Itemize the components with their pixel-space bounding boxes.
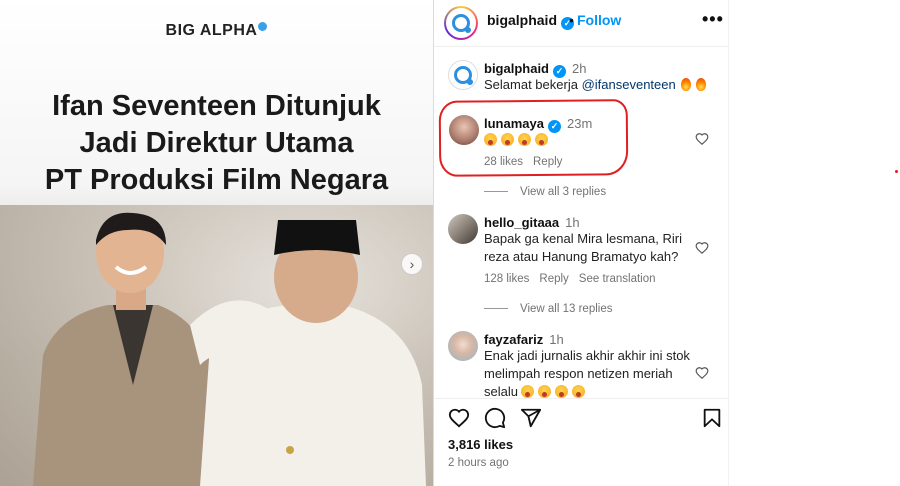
emoji-icon — [554, 385, 568, 398]
comment-username-text[interactable]: fayzafariz — [484, 332, 543, 347]
brand-dot-icon — [258, 22, 268, 31]
header-username[interactable]: bigalphaid ✓ — [487, 12, 574, 30]
carousel-next-button[interactable]: › — [401, 253, 423, 275]
heart-icon[interactable] — [695, 366, 709, 380]
comment-line: melimpah respon netizen meriah — [484, 366, 673, 381]
comment-line: reza atau Hanung Bramatyo kah? — [484, 249, 679, 264]
view-replies-hello_gitaaa[interactable]: View all 13 replies — [484, 303, 612, 315]
heart-icon[interactable] — [695, 241, 709, 255]
panel-edge — [728, 0, 729, 486]
more-icon[interactable]: ••• — [702, 9, 724, 30]
comment-line: Enak jadi jurnalis akhir akhir ini stok — [484, 348, 690, 363]
actions-divider — [434, 398, 728, 399]
header-divider — [434, 46, 728, 47]
follow-button[interactable]: Follow — [577, 12, 621, 28]
headline-line-3: PT Produksi Film Negara — [44, 164, 389, 196]
comment-meta-hello_gitaaa: 128 likes Reply See translation — [484, 273, 666, 285]
see-translation-link[interactable]: See translation — [579, 273, 656, 285]
comment-time: 1h — [549, 332, 564, 347]
panel-divider — [433, 0, 434, 486]
red-annotation-circle — [438, 99, 629, 177]
photo-person-right — [190, 220, 426, 486]
post-likes[interactable]: 3,816 likes — [448, 437, 513, 452]
view-replies-lunamaya[interactable]: View all 3 replies — [484, 186, 606, 198]
comment-text-hello_gitaaa: Bapak ga kenal Mira lesmana, Riri reza a… — [484, 230, 682, 266]
caption-text: Selamat bekerja @ifanseventeen — [484, 76, 706, 94]
comment-avatar-fayzafariz[interactable] — [448, 331, 478, 361]
like-heart-icon[interactable] — [448, 407, 470, 429]
post-time[interactable]: 2 hours ago — [448, 457, 509, 469]
annotation-dot — [895, 170, 898, 173]
caption-mention-link[interactable]: @ifanseventeen — [582, 77, 676, 92]
brand-text: BIG ALPHA — [165, 22, 258, 39]
comment-username-hello_gitaaa[interactable]: hello_gitaaa 1h — [484, 215, 580, 230]
heart-icon[interactable] — [695, 132, 709, 146]
headline-line-2: Jadi Direktur Utama — [79, 127, 354, 159]
header-separator: • — [569, 12, 574, 28]
share-icon[interactable] — [520, 407, 542, 429]
comment-line: Bapak ga kenal Mira lesmana, Riri — [484, 231, 682, 246]
post-headline: Ifan Seventeen Ditunjuk Jadi Direktur Ut… — [0, 88, 433, 199]
instagram-post-modal: BIG ALPHA Ifan Seventeen Ditunjuk Jadi D… — [0, 0, 900, 486]
reply-button[interactable]: Reply — [539, 273, 568, 285]
chevron-right-icon: › — [409, 256, 415, 272]
bigalpha-logo-icon — [454, 66, 473, 85]
caption-avatar[interactable] — [448, 60, 478, 90]
comment-text-fayzafariz: Enak jadi jurnalis akhir akhir ini stok … — [484, 347, 690, 401]
header-username-text[interactable]: bigalphaid — [487, 12, 557, 28]
comment-avatar-hello_gitaaa[interactable] — [448, 214, 478, 244]
header-avatar[interactable] — [444, 6, 478, 40]
bigalpha-logo-icon — [452, 14, 471, 33]
comment-time: 1h — [565, 215, 580, 230]
emoji-icon — [520, 385, 534, 398]
comment-username-fayzafariz[interactable]: fayzafariz 1h — [484, 332, 564, 347]
caption-time: 2h — [572, 61, 587, 76]
fire-emoji-icon — [695, 78, 706, 91]
comment-line-text: selalu — [484, 384, 518, 399]
emoji-icon — [571, 385, 585, 398]
caption-username-text[interactable]: bigalphaid — [484, 61, 549, 76]
bookmark-icon[interactable] — [701, 407, 723, 429]
comment-username-text[interactable]: hello_gitaaa — [484, 215, 559, 230]
brand-logo: BIG ALPHA — [0, 22, 433, 40]
post-image[interactable]: BIG ALPHA Ifan Seventeen Ditunjuk Jadi D… — [0, 0, 433, 486]
comment-likes[interactable]: 128 likes — [484, 273, 529, 285]
caption-body: Selamat bekerja — [484, 77, 578, 92]
emoji-icon — [537, 385, 551, 398]
headline-line-1: Ifan Seventeen Ditunjuk — [52, 90, 381, 122]
fire-emoji-icon — [680, 78, 691, 91]
comment-icon[interactable] — [484, 407, 506, 429]
